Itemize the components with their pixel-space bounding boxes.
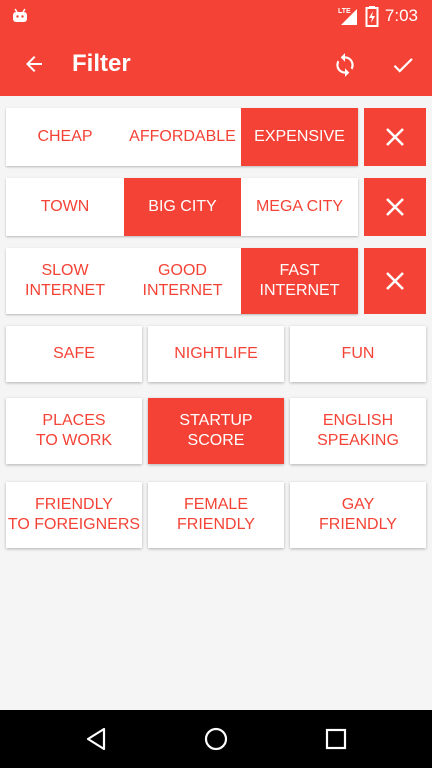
- filter-big-city[interactable]: BIG CITY: [124, 178, 241, 236]
- filter-english-speaking[interactable]: ENGLISH SPEAKING: [290, 398, 426, 464]
- filter-cheap[interactable]: CHEAP: [6, 108, 124, 166]
- clear-price-button[interactable]: [364, 108, 426, 166]
- status-icons: LTE 7:03: [337, 0, 418, 32]
- close-icon: [386, 272, 404, 290]
- refresh-button[interactable]: [328, 48, 362, 82]
- price-filter-row: CHEAP AFFORDABLE EXPENSIVE: [6, 108, 426, 166]
- clear-size-button[interactable]: [364, 178, 426, 236]
- filter-safe[interactable]: SAFE: [6, 326, 142, 382]
- apply-button[interactable]: [386, 48, 420, 82]
- toggle-row-3: FRIENDLY TO FOREIGNERS FEMALE FRIENDLY G…: [6, 482, 426, 548]
- check-icon: [393, 58, 413, 73]
- battery-icon: [365, 6, 379, 27]
- filter-female-friendly[interactable]: FEMALE FRIENDLY: [148, 482, 284, 548]
- lte-label: LTE: [338, 8, 351, 15]
- nav-back-button[interactable]: [81, 724, 111, 754]
- size-filter-card: TOWN BIG CITY MEGA CITY: [6, 178, 358, 236]
- internet-filter-row: SLOW INTERNET GOOD INTERNET FAST INTERNE…: [6, 248, 426, 314]
- app-bar: Filter: [0, 32, 432, 96]
- refresh-icon: [336, 53, 354, 77]
- filter-nightlife[interactable]: NIGHTLIFE: [148, 326, 284, 382]
- back-button[interactable]: [18, 48, 50, 80]
- internet-filter-card: SLOW INTERNET GOOD INTERNET FAST INTERNE…: [6, 248, 358, 314]
- size-filter-row: TOWN BIG CITY MEGA CITY: [6, 178, 426, 236]
- filter-affordable[interactable]: AFFORDABLE: [124, 108, 241, 166]
- filter-fast-internet[interactable]: FAST INTERNET: [241, 248, 358, 314]
- filter-gay-friendly[interactable]: GAY FRIENDLY: [290, 482, 426, 548]
- system-nav-bar: [0, 710, 432, 768]
- filter-good-internet[interactable]: GOOD INTERNET: [124, 248, 241, 314]
- nav-recents-icon: [325, 728, 347, 750]
- price-filter-card: CHEAP AFFORDABLE EXPENSIVE: [6, 108, 358, 166]
- arrow-back-icon: [26, 56, 42, 72]
- close-icon: [386, 198, 404, 216]
- nav-home-button[interactable]: [201, 724, 231, 754]
- close-icon: [386, 128, 404, 146]
- filter-friendly-to-foreigners[interactable]: FRIENDLY TO FOREIGNERS: [6, 482, 142, 548]
- filter-town[interactable]: TOWN: [6, 178, 124, 236]
- signal-lte-icon: LTE: [338, 8, 357, 25]
- filter-slow-internet[interactable]: SLOW INTERNET: [6, 248, 124, 314]
- status-bar: LTE 7:03: [0, 0, 432, 32]
- filter-fun[interactable]: FUN: [290, 326, 426, 382]
- toggle-row-1: SAFE NIGHTLIFE FUN: [6, 326, 426, 382]
- android-icon: [13, 8, 27, 22]
- clear-internet-button[interactable]: [364, 248, 426, 314]
- filter-startup-score[interactable]: STARTUP SCORE: [148, 398, 284, 464]
- nav-home-icon: [204, 727, 228, 751]
- nav-recents-button[interactable]: [321, 724, 351, 754]
- page-title: Filter: [72, 50, 131, 77]
- toggle-row-2: PLACES TO WORK STARTUP SCORE ENGLISH SPE…: [6, 398, 426, 464]
- status-time: 7:03: [384, 6, 418, 25]
- filter-expensive[interactable]: EXPENSIVE: [241, 108, 358, 166]
- nav-back-icon: [86, 727, 106, 751]
- filter-places-to-work[interactable]: PLACES TO WORK: [6, 398, 142, 464]
- filter-mega-city[interactable]: MEGA CITY: [241, 178, 358, 236]
